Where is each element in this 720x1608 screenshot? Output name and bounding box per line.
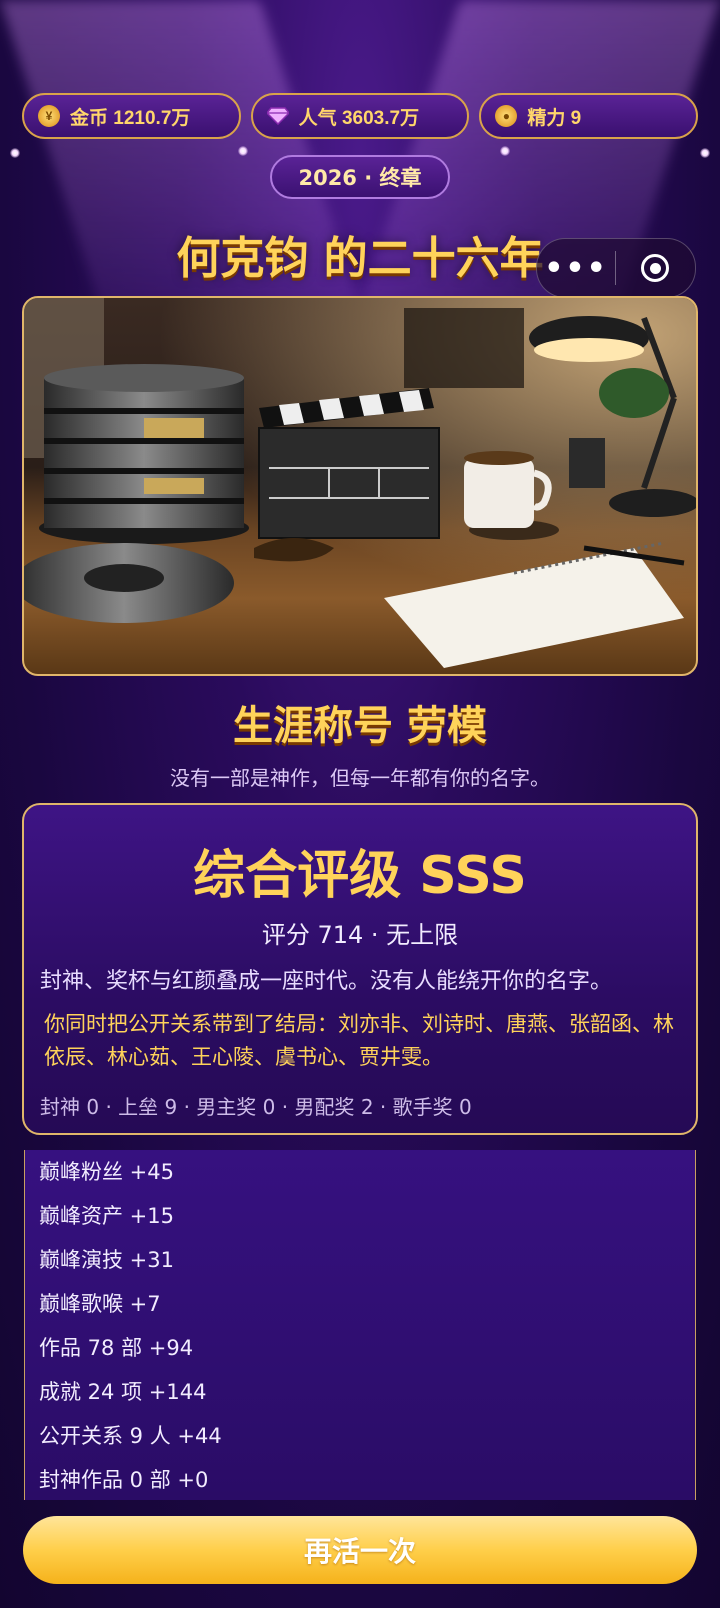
record-icon: [641, 254, 669, 282]
career-motto: 没有一部是神作，但每一年都有你的名字。: [170, 766, 550, 790]
coins-stat[interactable]: ¥ 金币 1210.7万: [22, 93, 241, 139]
popularity-stat[interactable]: 人气 3603.7万: [250, 93, 470, 139]
energy-stat[interactable]: ● 精力 9: [479, 93, 699, 139]
list-item: 成就 24 项 +144: [39, 1380, 207, 1404]
record-button[interactable]: [616, 254, 694, 282]
stage-light: [238, 146, 248, 156]
energy-coin-icon: ●: [495, 105, 518, 127]
list-item: 封神作品 0 部 +0: [39, 1468, 209, 1492]
coins-value: 金币 1210.7万: [70, 107, 191, 129]
coin-icon: ¥: [38, 105, 60, 127]
score-line: 评分 714 · 无上限: [261, 921, 459, 949]
list-item: 公开关系 9 人 +44: [39, 1424, 222, 1448]
stage-light: [500, 146, 510, 156]
overall-grade: 综合评级 SSS: [193, 846, 527, 906]
more-dots-icon[interactable]: •••: [537, 251, 615, 286]
relationships-text: 你同时把公开关系带到了结局：刘亦非、刘诗时、唐燕、张韶函、林依辰、林心茹、王心陵…: [44, 1012, 674, 1069]
list-item: 巅峰歌喉 +7: [39, 1292, 161, 1316]
stage-light: [700, 148, 710, 158]
miniapp-capsule: •••: [536, 238, 696, 298]
film-desk-illustration: [22, 296, 698, 676]
list-item: 巅峰演技 +31: [39, 1248, 174, 1272]
stage-light: [10, 148, 20, 158]
energy-value: 精力 9: [527, 107, 582, 129]
rating-card: 综合评级 SSS 评分 714 · 无上限 封神、奖杯与红颜叠成一座时代。没有人…: [22, 803, 698, 1135]
rating-description: 封神、奖杯与红颜叠成一座时代。没有人能绕开你的名字。: [40, 969, 613, 994]
popularity-value: 人气 3603.7万: [298, 107, 420, 129]
career-title: 生涯称号 劳模: [233, 703, 487, 749]
award-counts: 封神 0 · 上垒 9 · 男主奖 0 · 男配奖 2 · 歌手奖 0: [40, 1095, 472, 1119]
gem-icon: [266, 107, 289, 125]
stats-bar: ¥ 金币 1210.7万 人气 3603.7万 ● 精力 9: [22, 93, 699, 139]
year-badge: 2026 · 终章: [270, 155, 450, 199]
list-item: 作品 78 部 +94: [39, 1336, 194, 1360]
replay-button[interactable]: 再活一次: [23, 1516, 697, 1584]
score-breakdown-list[interactable]: 巅峰粉丝 +45 巅峰资产 +15 巅峰演技 +31 巅峰歌喉 +7 作品 78…: [24, 1150, 696, 1500]
list-item: 巅峰资产 +15: [39, 1204, 174, 1228]
list-item: 巅峰粉丝 +45: [39, 1160, 174, 1184]
